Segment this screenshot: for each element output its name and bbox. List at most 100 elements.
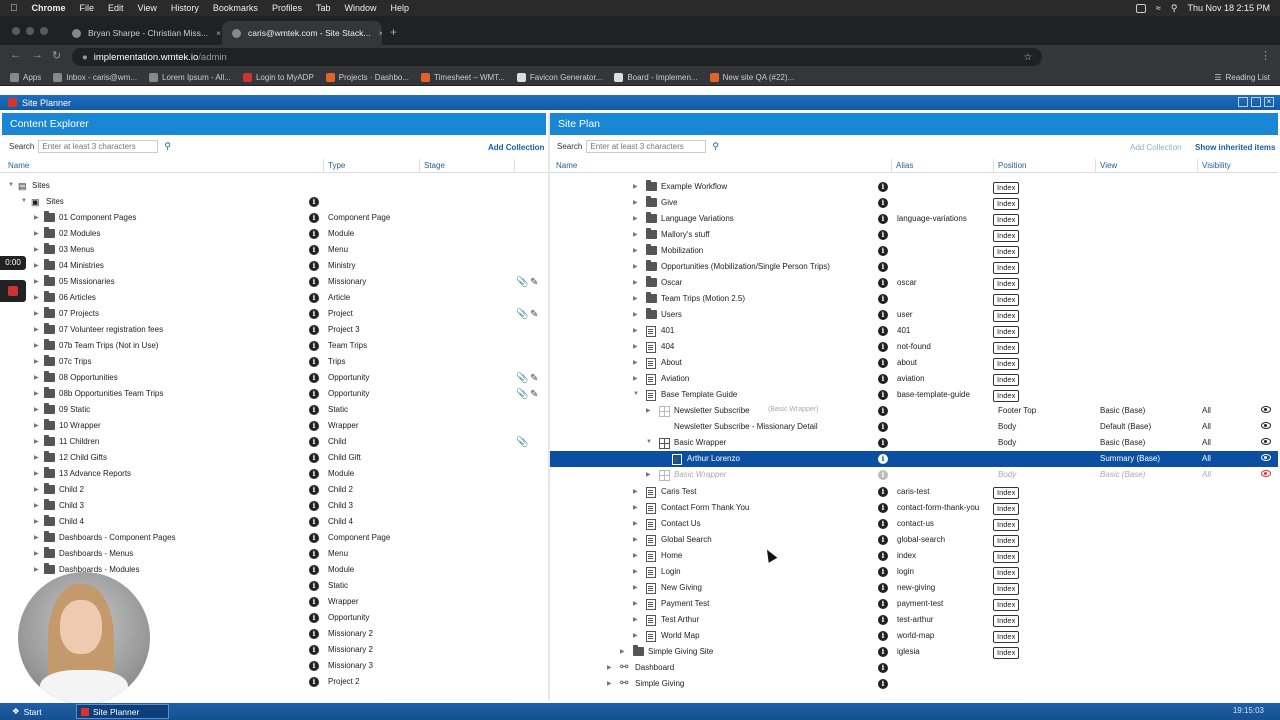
info-icon[interactable]: i [309,197,319,207]
site-plan-row[interactable]: ▶ About i about Index [550,355,1280,371]
expand-arrow-icon[interactable]: ▶ [633,552,638,559]
info-icon[interactable]: i [309,277,319,287]
position-index-badge[interactable]: Index [993,599,1020,611]
expand-arrow-icon[interactable]: ▶ [633,584,638,591]
info-icon[interactable]: i [309,389,319,399]
expand-arrow-icon[interactable]: ▶ [34,534,39,541]
tree-sites-node[interactable]: ▼ ▣ Sites i [0,194,548,210]
site-plan-row[interactable]: ▶ Payment Test i payment-test Index [550,596,1280,612]
collapse-arrow-icon[interactable]: ▼ [21,198,27,204]
collapse-arrow-icon[interactable]: ▼ [633,391,639,397]
hidden-eye-icon[interactable] [1261,470,1271,477]
info-icon[interactable]: i [309,469,319,479]
expand-arrow-icon[interactable]: ▶ [633,247,638,254]
info-icon[interactable]: i [878,422,888,432]
expand-arrow-icon[interactable]: ▶ [34,470,39,477]
visibility-eye-icon[interactable] [1261,438,1271,445]
info-icon[interactable]: i [309,645,319,655]
info-icon[interactable]: i [309,373,319,383]
site-plan-row[interactable]: ▶ Simple Giving Site i iglesia Index [550,644,1280,660]
site-plan-row[interactable]: ▶ ⚯ Dashboard i [550,660,1280,676]
site-plan-row[interactable]: ▶ ⚯ Simple Giving i [550,676,1280,692]
info-icon[interactable]: i [309,613,319,623]
content-explorer-search-input[interactable] [38,140,159,153]
info-icon[interactable]: i [878,454,888,464]
site-plan-row[interactable]: ▶ Team Trips (Motion 2.5) i Index [550,291,1280,307]
expand-arrow-icon[interactable]: ▶ [34,422,39,429]
position-index-badge[interactable]: Index [993,390,1020,402]
expand-arrow-icon[interactable]: ▶ [633,199,638,206]
content-explorer-row[interactable]: ▶ 01 Component Pages i Component Page [0,210,548,226]
info-icon[interactable]: i [309,213,319,223]
expand-arrow-icon[interactable]: ▶ [633,183,638,190]
position-index-badge[interactable]: Index [993,310,1020,322]
expand-arrow-icon[interactable]: ▶ [633,504,638,511]
content-explorer-row[interactable]: ▶ Child 4 i Child 4 [0,514,548,530]
info-icon[interactable]: i [878,310,888,320]
content-explorer-row[interactable]: ▶ 10 Wrapper i Wrapper [0,418,548,434]
expand-arrow-icon[interactable]: ▶ [34,230,39,237]
expand-arrow-icon[interactable]: ▶ [633,375,638,382]
site-plan-row[interactable]: ▶ World Map i world-map Index [550,628,1280,644]
info-icon[interactable]: i [878,438,888,448]
expand-arrow-icon[interactable]: ▶ [34,294,39,301]
info-icon[interactable]: i [878,679,888,689]
info-icon[interactable]: i [878,567,888,577]
site-plan-row[interactable]: ▶ Newsletter Subscribe (Basic Wrapper) i Foo… [550,403,1280,419]
content-explorer-row[interactable]: ▶ Child 3 i Child 3 [0,498,548,514]
paperclip-icon[interactable]: 📎 [516,389,528,400]
position-index-badge[interactable]: Index [993,198,1020,210]
position-index-badge[interactable]: Index [993,535,1020,547]
expand-arrow-icon[interactable]: ▶ [633,343,638,350]
site-plan-row[interactable]: ▶ New Giving i new-giving Index [550,580,1280,596]
site-plan-row[interactable]: ▶ Language Variations i language-variations… [550,211,1280,227]
content-explorer-row[interactable]: ▶ 04 Ministries i Ministry [0,258,548,274]
column-view[interactable]: View [1100,161,1117,170]
content-explorer-row[interactable]: ▶ 02 Modules i Module [0,226,548,242]
expand-arrow-icon[interactable]: ▶ [34,358,39,365]
column-alias[interactable]: Alias [896,161,913,170]
info-icon[interactable]: i [309,261,319,271]
expand-arrow-icon[interactable]: ▶ [633,632,638,639]
info-icon[interactable]: i [309,485,319,495]
expand-arrow-icon[interactable]: ▶ [620,648,625,655]
search-icon[interactable]: ⚲ [712,141,719,152]
info-icon[interactable]: i [878,342,888,352]
stop-recording-button[interactable] [0,280,26,302]
info-icon[interactable]: i [309,533,319,543]
expand-arrow-icon[interactable]: ▶ [34,326,39,333]
content-explorer-row[interactable]: ▶ 08b Opportunities Team Trips i Opportunit… [0,386,548,402]
info-icon[interactable]: i [309,293,319,303]
add-collection-button[interactable]: Add Collection [488,143,544,152]
content-explorer-row[interactable]: ▶ 09 Static i Static [0,402,548,418]
info-icon[interactable]: i [309,597,319,607]
site-plan-row[interactable]: ▶ Home i index Index [550,548,1280,564]
paperclip-icon[interactable]: 📎 [516,437,528,448]
expand-arrow-icon[interactable]: ▶ [633,311,638,318]
expand-arrow-icon[interactable]: ▶ [633,520,638,527]
info-icon[interactable]: i [878,470,888,480]
expand-arrow-icon[interactable]: ▶ [607,664,612,671]
start-button[interactable]: ❖ Start [12,706,42,717]
edit-icon[interactable]: ✎ [530,389,538,400]
expand-arrow-icon[interactable]: ▶ [633,616,638,623]
info-icon[interactable]: i [878,326,888,336]
position-index-badge[interactable]: Index [993,246,1020,258]
tree-root-sites[interactable]: ▼ ▤ Sites [0,178,548,194]
info-icon[interactable]: i [309,581,319,591]
info-icon[interactable]: i [309,629,319,639]
position-index-badge[interactable]: Index [993,230,1020,242]
expand-arrow-icon[interactable]: ▶ [34,566,39,573]
content-explorer-row[interactable]: ▶ 13 Advance Reports i Module [0,466,548,482]
visibility-eye-icon[interactable] [1261,422,1271,429]
site-plan-row[interactable]: ▶ Mallory's stuff i Index [550,227,1280,243]
edit-icon[interactable]: ✎ [530,277,538,288]
info-icon[interactable]: i [878,230,888,240]
info-icon[interactable]: i [878,631,888,641]
content-explorer-row[interactable]: ▶ Child 2 i Child 2 [0,482,548,498]
expand-arrow-icon[interactable]: ▶ [34,278,39,285]
content-explorer-row[interactable]: ▶ 06 Articles i Article [0,290,548,306]
expand-arrow-icon[interactable]: ▶ [633,488,638,495]
info-icon[interactable]: i [878,406,888,416]
search-icon[interactable]: ⚲ [164,141,171,152]
